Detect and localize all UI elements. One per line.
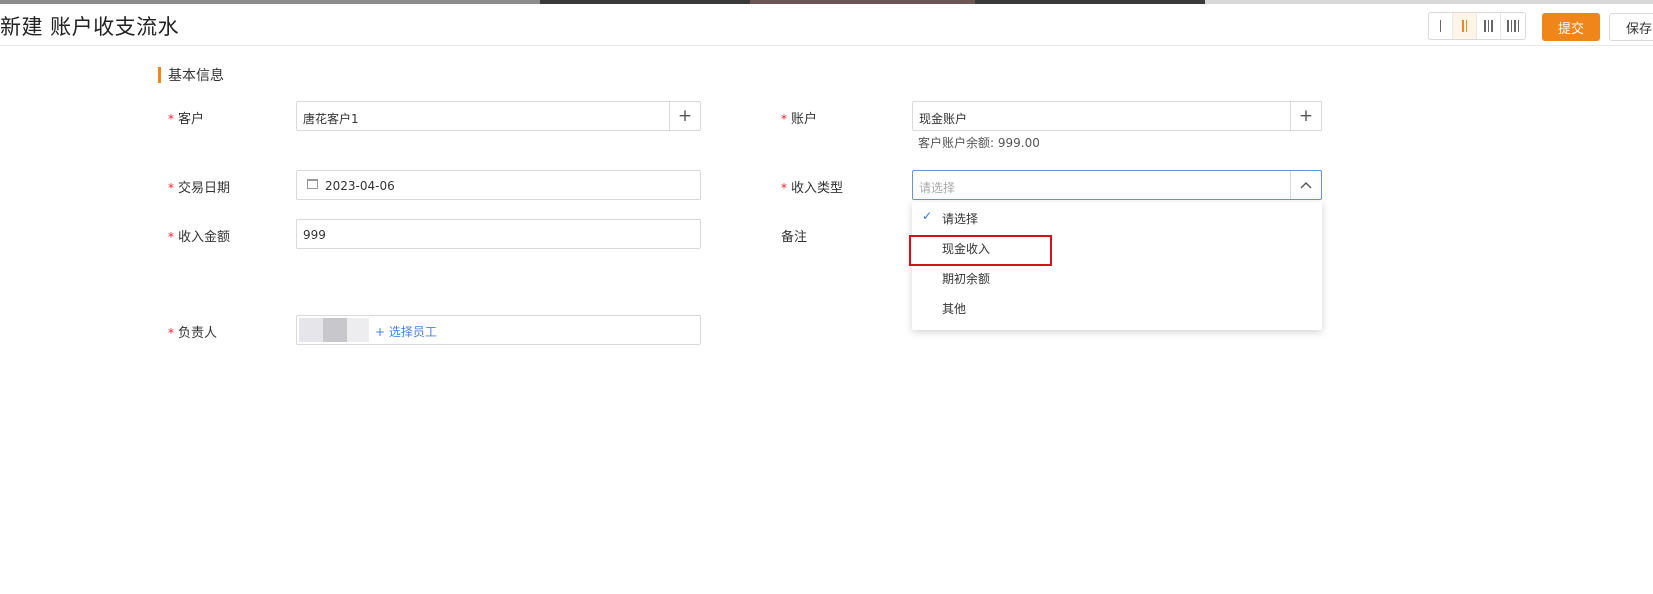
remark-label: 备注 xyxy=(781,230,808,245)
add-account-icon[interactable]: + xyxy=(1290,102,1321,130)
account-label: * 账户 xyxy=(781,112,818,127)
owner-field[interactable]: + 选择员工 xyxy=(296,315,701,345)
customer-label: * 客户 xyxy=(168,112,205,127)
trade-date-label: * 交易日期 xyxy=(168,181,231,196)
account-field[interactable]: 现金账户 + xyxy=(912,101,1322,131)
income-amount-label: * 收入金额 xyxy=(168,230,231,245)
column-layout-switch xyxy=(1428,12,1526,40)
three-column-icon[interactable] xyxy=(1477,13,1501,39)
calendar-icon xyxy=(307,179,318,189)
avatar xyxy=(299,318,369,342)
chevron-up-icon[interactable] xyxy=(1290,171,1321,199)
income-type-select[interactable]: 请选择 xyxy=(912,170,1322,200)
income-type-placeholder: 请选择 xyxy=(919,181,956,195)
section-accent-bar xyxy=(158,67,161,83)
dropdown-option-please-select[interactable]: ✓ 请选择 xyxy=(912,202,1322,232)
section-title: 基本信息 xyxy=(168,68,224,84)
four-column-icon[interactable] xyxy=(1501,13,1525,39)
account-value: 现金账户 xyxy=(919,112,968,126)
dropdown-option-other[interactable]: 其他 xyxy=(912,292,1322,322)
income-amount-value: 999 xyxy=(303,228,326,242)
customer-field[interactable]: 唐花客户1 + xyxy=(296,101,701,131)
income-type-dropdown: ✓ 请选择 现金收入 期初余额 其他 xyxy=(912,202,1322,330)
account-balance-text: 客户账户余额: 999.00 xyxy=(918,136,1040,150)
submit-button[interactable]: 提交 xyxy=(1542,13,1600,41)
select-employee-link[interactable]: + 选择员工 xyxy=(375,323,437,340)
save-button[interactable]: 保存 xyxy=(1609,13,1653,41)
highlight-annotation-box xyxy=(909,235,1052,266)
add-customer-icon[interactable]: + xyxy=(669,102,700,130)
two-column-icon[interactable] xyxy=(1453,13,1477,39)
trade-date-field[interactable]: 2023-04-06 xyxy=(296,170,701,200)
page-title: 新建 账户收支流水 xyxy=(0,15,180,39)
customer-value: 唐花客户1 xyxy=(303,112,359,126)
dropdown-option-opening-balance[interactable]: 期初余额 xyxy=(912,262,1322,292)
section-basic-info: 基本信息 xyxy=(158,66,224,84)
page-header: 新建 账户收支流水 提交 保存 xyxy=(0,4,1653,46)
one-column-icon[interactable] xyxy=(1429,13,1453,39)
check-icon: ✓ xyxy=(922,209,933,223)
income-type-label: * 收入类型 xyxy=(781,181,844,196)
owner-label: * 负责人 xyxy=(168,326,218,341)
income-amount-field[interactable]: 999 xyxy=(296,219,701,249)
trade-date-value: 2023-04-06 xyxy=(325,179,395,193)
